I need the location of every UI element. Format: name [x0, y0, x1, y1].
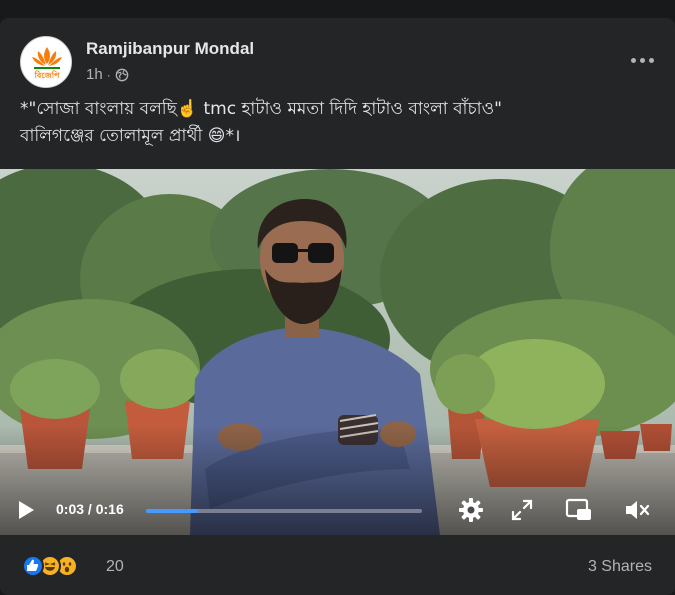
post-footer: 20 3 Shares — [0, 535, 675, 595]
post-header: বিজেপি Ramjibanpur Mondal 1h · — [20, 36, 660, 88]
dot-icon — [630, 57, 636, 63]
mute-icon — [626, 501, 650, 519]
dot-icon — [648, 57, 654, 63]
settings-button[interactable] — [455, 496, 487, 524]
caption-line-1: *"সোজা বাংলায় বলছি☝️ tmc হাটাও মমতা দিদ… — [20, 99, 502, 119]
reaction-count[interactable]: 20 — [106, 558, 124, 576]
picture-in-picture-button[interactable] — [562, 496, 596, 524]
current-time: 0:03 — [56, 501, 85, 517]
post-caption: *"সোজা বাংলায় বলছি☝️ tmc হাটাও মমতা দিদ… — [20, 96, 660, 150]
post-card: বিজেপি Ramjibanpur Mondal 1h · *"সোজা বা… — [0, 18, 675, 595]
meta-separator: · — [106, 67, 111, 82]
like-icon — [22, 555, 44, 577]
seek-progress — [146, 509, 198, 513]
globe-icon[interactable] — [115, 68, 129, 82]
video-player[interactable]: 0:03 / 0:16 — [0, 169, 675, 535]
shares-count[interactable]: 3 Shares — [588, 558, 652, 576]
video-time: 0:03 / 0:16 — [56, 501, 124, 517]
post-time[interactable]: 1h — [86, 66, 103, 83]
picture-in-picture-icon — [565, 498, 591, 520]
caption-line-2: বালিগঞ্জের তোলামূল প্রার্থী 😄*। — [20, 126, 241, 146]
more-options-button[interactable] — [624, 48, 660, 72]
fullscreen-button[interactable] — [508, 498, 536, 522]
time-separator: / — [87, 501, 92, 517]
duration: 0:16 — [95, 501, 124, 517]
play-icon — [19, 501, 34, 519]
avatar[interactable]: বিজেপি — [20, 36, 72, 88]
seek-bar[interactable] — [146, 509, 422, 513]
post-meta: 1h · — [86, 66, 129, 83]
video-frame — [0, 169, 675, 535]
author-name[interactable]: Ramjibanpur Mondal — [86, 39, 254, 59]
avatar-logo-text: বিজেপি — [34, 71, 60, 80]
play-button[interactable] — [12, 498, 40, 522]
volume-button[interactable] — [620, 496, 654, 524]
gear-icon — [459, 498, 483, 522]
reactions-summary[interactable] — [22, 555, 78, 577]
video-controls: 0:03 / 0:16 — [0, 485, 675, 535]
expand-icon — [511, 499, 533, 521]
dot-icon — [639, 57, 645, 63]
